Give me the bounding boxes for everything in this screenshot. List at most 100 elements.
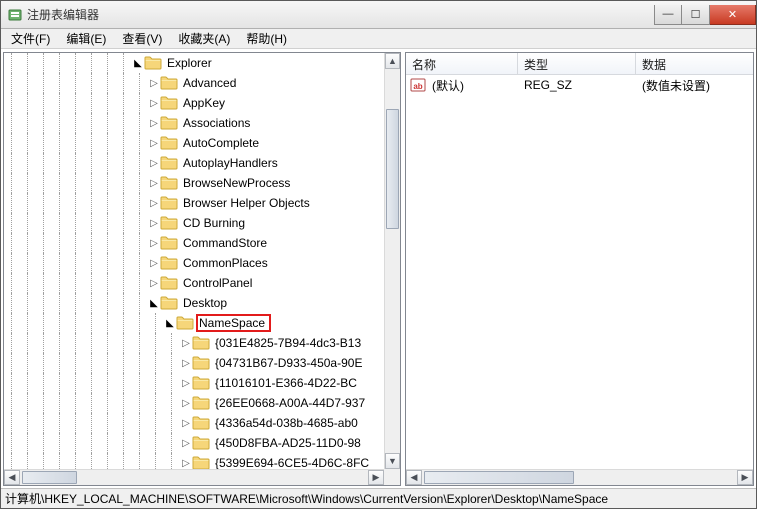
tree-node[interactable]: ▷Browser Helper Objects (4, 193, 384, 213)
collapse-arrow-icon[interactable]: ▷ (148, 238, 160, 249)
folder-icon (160, 115, 178, 131)
titlebar: 注册表编辑器 — ☐ ✕ (1, 1, 756, 29)
tree-node-label: CommonPlaces (180, 255, 271, 271)
collapse-arrow-icon[interactable]: ▷ (148, 258, 160, 269)
folder-icon (160, 95, 178, 111)
value-name: (默认) (426, 77, 518, 94)
registry-tree[interactable]: ◣Explorer▷Advanced▷AppKey▷Associations▷A… (4, 53, 384, 469)
values-pane: 名称 类型 数据 ab (默认) REG_SZ (数值未设置) ◀ ▶ (405, 52, 754, 486)
tree-node[interactable]: ▷ CommandStore (4, 233, 384, 253)
status-path: 计算机\HKEY_LOCAL_MACHINE\SOFTWARE\Microsof… (5, 490, 608, 507)
tree-node[interactable]: ▷{26EE0668-A00A-44D7-937 (4, 393, 384, 413)
folder-icon (192, 455, 210, 469)
list-item[interactable]: ab (默认) REG_SZ (数值未设置) (406, 75, 753, 95)
folder-icon (192, 375, 210, 391)
folder-icon (160, 135, 178, 151)
tree-node[interactable]: ▷AutoComplete (4, 133, 384, 153)
tree-node-label: NameSpace (196, 314, 271, 332)
collapse-arrow-icon[interactable]: ▷ (180, 418, 192, 429)
collapse-arrow-icon[interactable]: ▷ (148, 118, 160, 129)
tree-node-label: Desktop (180, 295, 230, 311)
tree-node[interactable]: ▷ {5399E694-6CE5-4D6C-8FC (4, 453, 384, 469)
tree-node-label: BrowseNewProcess (180, 175, 293, 191)
close-button[interactable]: ✕ (710, 5, 756, 25)
tree-node-label: ControlPanel (180, 275, 255, 291)
tree-node[interactable]: ◣ Desktop (4, 293, 384, 313)
collapse-arrow-icon[interactable]: ▷ (148, 198, 160, 209)
scroll-right-button[interactable]: ▶ (368, 470, 384, 485)
menu-help[interactable]: 帮助(H) (238, 29, 295, 48)
collapse-arrow-icon[interactable]: ▷ (148, 278, 160, 289)
collapse-arrow-icon[interactable]: ▷ (180, 338, 192, 349)
tree-node[interactable]: ▷ BrowseNewProcess (4, 173, 384, 193)
collapse-arrow-icon[interactable]: ▷ (148, 98, 160, 109)
folder-icon (144, 55, 162, 71)
tree-scrollbar-v[interactable]: ▲ ▼ (384, 53, 400, 469)
collapse-arrow-icon[interactable]: ▷ (148, 78, 160, 89)
menubar: 文件(F) 编辑(E) 查看(V) 收藏夹(A) 帮助(H) (1, 29, 756, 49)
folder-icon (192, 355, 210, 371)
tree-node[interactable]: ▷AppKey (4, 93, 384, 113)
menu-edit[interactable]: 编辑(E) (58, 29, 114, 48)
tree-node[interactable]: ▷CD Burning (4, 213, 384, 233)
expand-arrow-icon[interactable]: ◣ (148, 298, 160, 309)
col-header-data[interactable]: 数据 (636, 53, 753, 74)
menu-view[interactable]: 查看(V) (114, 29, 170, 48)
collapse-arrow-icon[interactable]: ▷ (180, 438, 192, 449)
collapse-arrow-icon[interactable]: ▷ (180, 398, 192, 409)
tree-node[interactable]: ▷ AutoplayHandlers (4, 153, 384, 173)
tree-node[interactable]: ▷ Associations (4, 113, 384, 133)
collapse-arrow-icon[interactable]: ▷ (148, 218, 160, 229)
scroll-thumb-h[interactable] (424, 471, 574, 484)
scroll-thumb-v[interactable] (386, 109, 399, 229)
maximize-button[interactable]: ☐ (682, 5, 710, 25)
statusbar: 计算机\HKEY_LOCAL_MACHINE\SOFTWARE\Microsof… (1, 488, 756, 508)
collapse-arrow-icon[interactable]: ▷ (180, 378, 192, 389)
scroll-up-button[interactable]: ▲ (385, 53, 400, 69)
collapse-arrow-icon[interactable]: ▷ (148, 178, 160, 189)
tree-node[interactable]: ▷ {11016101-E366-4D22-BC (4, 373, 384, 393)
menu-favorites[interactable]: 收藏夹(A) (170, 29, 238, 48)
list-scrollbar-h[interactable]: ◀ ▶ (406, 469, 753, 485)
tree-node[interactable]: ▷{4336a54d-038b-4685-ab0 (4, 413, 384, 433)
tree-scrollbar-h[interactable]: ◀ ▶ (4, 469, 384, 485)
tree-node-label: {11016101-E366-4D22-BC (212, 375, 360, 391)
tree-pane: ◣Explorer▷Advanced▷AppKey▷Associations▷A… (3, 52, 401, 486)
tree-node-label: Associations (180, 115, 253, 131)
tree-node-label: {04731B67-D933-450a-90E (212, 355, 365, 371)
collapse-arrow-icon[interactable]: ▷ (180, 358, 192, 369)
tree-node[interactable]: ▷ {04731B67-D933-450a-90E (4, 353, 384, 373)
col-header-name[interactable]: 名称 (406, 53, 518, 74)
scroll-thumb-h[interactable] (22, 471, 77, 484)
minimize-button[interactable]: — (654, 5, 682, 25)
tree-node-label: {5399E694-6CE5-4D6C-8FC (212, 455, 372, 469)
regedit-icon (7, 7, 23, 23)
values-list[interactable]: ab (默认) REG_SZ (数值未设置) (406, 75, 753, 485)
tree-node[interactable]: ◣ NameSpace (4, 313, 384, 333)
collapse-arrow-icon[interactable]: ▷ (180, 458, 192, 469)
scroll-left-button[interactable]: ◀ (406, 470, 422, 485)
window-title: 注册表编辑器 (27, 6, 99, 23)
folder-icon (160, 215, 178, 231)
tree-node-label: AutoplayHandlers (180, 155, 281, 171)
tree-node[interactable]: ▷{031E4825-7B94-4dc3-B13 (4, 333, 384, 353)
tree-node[interactable]: ▷ ControlPanel (4, 273, 384, 293)
menu-file[interactable]: 文件(F) (3, 29, 58, 48)
tree-node[interactable]: ▷{450D8FBA-AD25-11D0-98 (4, 433, 384, 453)
value-data: (数值未设置) (636, 77, 753, 94)
scroll-left-button[interactable]: ◀ (4, 470, 20, 485)
folder-icon (160, 75, 178, 91)
collapse-arrow-icon[interactable]: ▷ (148, 138, 160, 149)
tree-node[interactable]: ▷ CommonPlaces (4, 253, 384, 273)
tree-node-label: CommandStore (180, 235, 270, 251)
col-header-type[interactable]: 类型 (518, 53, 636, 74)
folder-icon (160, 195, 178, 211)
expand-arrow-icon[interactable]: ◣ (132, 58, 144, 69)
tree-node[interactable]: ◣Explorer (4, 53, 384, 73)
collapse-arrow-icon[interactable]: ▷ (148, 158, 160, 169)
scroll-down-button[interactable]: ▼ (385, 453, 400, 469)
expand-arrow-icon[interactable]: ◣ (164, 318, 176, 329)
tree-node[interactable]: ▷Advanced (4, 73, 384, 93)
folder-icon (192, 395, 210, 411)
scroll-right-button[interactable]: ▶ (737, 470, 753, 485)
